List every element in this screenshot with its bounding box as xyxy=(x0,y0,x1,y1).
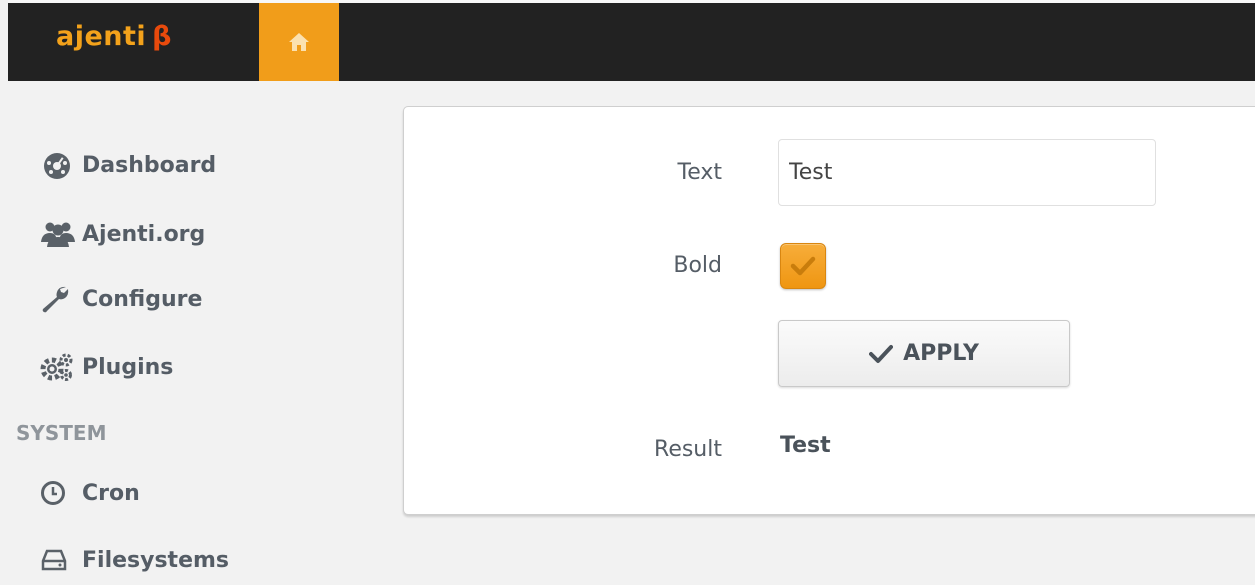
apply-button[interactable]: APPLY xyxy=(778,320,1070,387)
sidebar-item-label: Configure xyxy=(82,286,203,312)
users-icon xyxy=(40,220,82,248)
top-bar: ajenti β xyxy=(8,0,1255,81)
sidebar-item-label: Cron xyxy=(82,480,140,506)
apply-button-label: APPLY xyxy=(903,341,979,366)
bold-checkbox[interactable] xyxy=(780,243,826,289)
result-label: Result xyxy=(654,437,722,462)
text-field-label: Text xyxy=(677,160,723,185)
wrench-icon xyxy=(40,284,82,314)
logo-text: ajenti xyxy=(56,21,147,52)
bold-field-label: Bold xyxy=(673,253,722,278)
sidebar-item-label: Ajenti.org xyxy=(82,221,206,247)
sidebar-item-configure[interactable]: Configure xyxy=(40,282,202,316)
check-icon xyxy=(790,256,816,276)
sidebar-item-label: Dashboard xyxy=(82,152,217,178)
app-logo[interactable]: ajenti β xyxy=(56,21,172,52)
dashboard-icon xyxy=(40,150,82,180)
sidebar-item-ajenti-org[interactable]: Ajenti.org xyxy=(40,217,205,251)
sidebar-item-label: Plugins xyxy=(82,354,174,380)
check-icon xyxy=(869,344,894,363)
sidebar: Dashboard Ajenti.org Configure Plugins S… xyxy=(8,81,388,585)
sidebar-item-label: Filesystems xyxy=(82,547,230,573)
hdd-icon xyxy=(40,548,82,572)
sidebar-item-plugins[interactable]: Plugins xyxy=(40,350,173,384)
clock-icon xyxy=(40,480,82,506)
logo-beta: β xyxy=(152,21,172,52)
home-button[interactable] xyxy=(259,3,339,81)
sidebar-item-filesystems[interactable]: Filesystems xyxy=(40,543,229,577)
sidebar-item-dashboard[interactable]: Dashboard xyxy=(40,148,216,182)
gears-icon xyxy=(40,352,82,382)
text-field[interactable] xyxy=(778,139,1156,206)
home-icon xyxy=(289,33,309,51)
sidebar-item-cron[interactable]: Cron xyxy=(40,476,140,510)
section-label-system: SYSTEM xyxy=(16,421,107,445)
result-value: Test xyxy=(780,433,831,458)
